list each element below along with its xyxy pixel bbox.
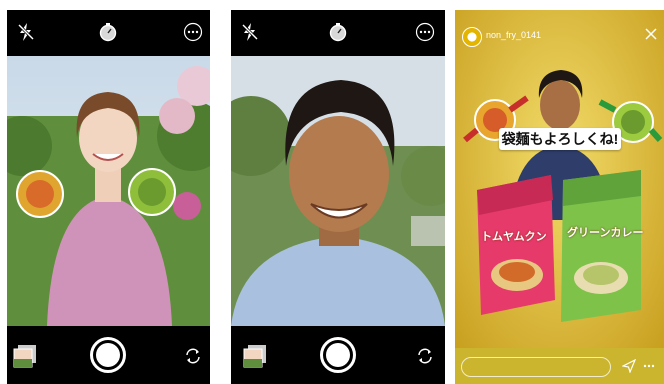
camera-bottombar xyxy=(231,326,445,384)
flip-camera-icon[interactable] xyxy=(183,346,203,366)
flash-off-icon[interactable] xyxy=(17,22,35,42)
flip-camera-icon[interactable] xyxy=(415,346,435,366)
product-label-greencurry: グリーンカレー xyxy=(567,227,644,239)
story-promo-image xyxy=(455,10,664,384)
man-selfie-photo xyxy=(231,56,445,326)
send-icon[interactable] xyxy=(622,359,636,373)
story-header: non_fry_0141 xyxy=(455,10,664,56)
story-username[interactable]: non_fry_0141 xyxy=(486,30,541,40)
story-caption: 袋麺もよろしくね! xyxy=(499,128,621,150)
more-icon[interactable] xyxy=(183,22,203,42)
camera-topbar xyxy=(7,10,210,56)
camera-screen-2 xyxy=(231,10,445,384)
more-icon[interactable] xyxy=(415,22,435,42)
avatar-icon[interactable] xyxy=(462,27,482,47)
woman-holding-noodle-cups-photo xyxy=(7,56,210,326)
flash-off-icon[interactable] xyxy=(241,22,259,42)
timer-icon[interactable] xyxy=(98,22,118,42)
more-horizontal-icon[interactable] xyxy=(642,359,656,373)
product-label-tomyum: トムヤムクン xyxy=(481,231,547,243)
camera-screen-1 xyxy=(7,10,210,384)
message-input[interactable] xyxy=(461,357,611,377)
camera-bottombar xyxy=(7,326,210,384)
close-icon[interactable] xyxy=(644,27,658,41)
gallery-icon[interactable] xyxy=(243,344,267,368)
gallery-icon[interactable] xyxy=(13,344,37,368)
story-screen: non_fry_0141 袋麺もよろしくね! トムヤムクン グリーンカレー xyxy=(455,10,664,384)
shutter-button[interactable] xyxy=(90,337,126,373)
camera-preview xyxy=(7,56,210,326)
shutter-button[interactable] xyxy=(320,337,356,373)
timer-icon[interactable] xyxy=(328,22,348,42)
story-bottombar xyxy=(455,348,664,384)
camera-topbar xyxy=(231,10,445,56)
camera-preview xyxy=(231,56,445,326)
